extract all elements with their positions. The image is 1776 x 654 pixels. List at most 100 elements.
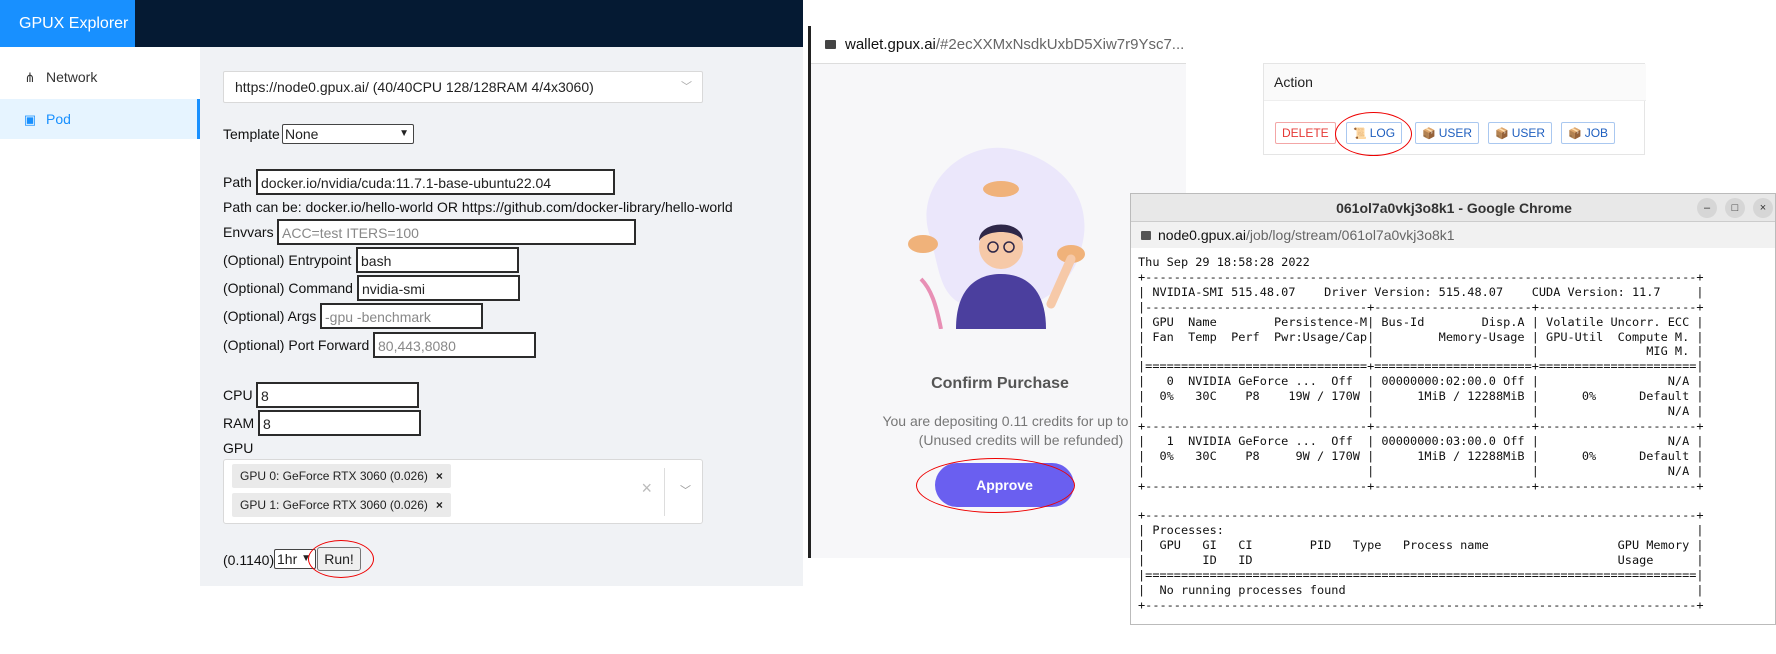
args-input[interactable]: -gpu -benchmark <box>320 303 483 329</box>
log-line: +-------------------------------+-------… <box>1138 418 1704 433</box>
remove-tag-icon[interactable]: × <box>436 498 443 512</box>
user-button[interactable]: 📦 USER <box>1415 122 1480 144</box>
chevron-down-icon[interactable]: ﹀ <box>680 482 691 498</box>
args-label: (Optional) Args <box>223 308 317 324</box>
chevron-down-icon: ▼ <box>399 128 409 139</box>
gpu-tag-label: GPU 1: GeForce RTX 3060 (0.026) <box>240 498 428 512</box>
price-text: (0.1140) <box>223 552 275 568</box>
duration-select-value: 1hr <box>277 551 298 567</box>
path-input[interactable]: docker.io/nvidia/cuda:11.7.1-base-ubuntu… <box>256 169 615 195</box>
brand-logo[interactable]: GPUX Explorer <box>0 0 135 47</box>
coin-icon <box>908 235 938 253</box>
sidebar-item-pod[interactable]: ▣ Pod <box>0 99 200 139</box>
lock-icon <box>825 40 836 49</box>
log-line: | NVIDIA-SMI 515.48.07 Driver Version: 5… <box>1138 284 1704 299</box>
log-line: Thu Sep 29 18:58:28 2022 <box>1138 255 1310 269</box>
path-hint: Path can be: docker.io/hello-world OR ht… <box>223 199 733 215</box>
highlight-circle <box>308 540 374 578</box>
ram-label: RAM <box>223 415 255 431</box>
button-label: USER <box>1511 126 1546 140</box>
envvars-label: Envvars <box>223 224 274 240</box>
highlight-circle <box>916 458 1075 513</box>
log-line: +---------------------------------------… <box>1138 269 1704 284</box>
log-line: | Fan Temp Perf Pwr:Usage/Cap| Memory-Us… <box>1138 329 1704 344</box>
window-title: 061ol7a0vkj3o8k1 - Google Chrome <box>1131 194 1775 222</box>
template-label: Template <box>223 126 280 142</box>
user-button[interactable]: 📦 USER <box>1488 122 1553 144</box>
log-line: |===============================+=======… <box>1138 359 1704 374</box>
node-select-value: https://node0.gpux.ai/ (40/40CPU 128/128… <box>235 79 594 95</box>
sidebar-item-label: Network <box>46 69 98 85</box>
action-header: Action <box>1264 64 1646 101</box>
template-select[interactable]: None ▼ <box>282 124 414 144</box>
network-icon: ⋔ <box>24 70 36 85</box>
log-line: | | | MIG M. | <box>1138 344 1704 359</box>
entrypoint-label: (Optional) Entrypoint <box>223 252 352 268</box>
gpu-tag: GPU 1: GeForce RTX 3060 (0.026) × <box>232 493 451 517</box>
log-line: | No running processes found | <box>1138 582 1704 597</box>
gpu-tag: GPU 0: GeForce RTX 3060 (0.026) × <box>232 464 451 488</box>
action-panel: Action DELETE 📜 LOG 📦 USER 📦 USER 📦 JOB <box>1263 63 1646 156</box>
sidebar-item-network[interactable]: ⋔ Network <box>0 57 200 97</box>
entrypoint-input[interactable]: bash <box>356 247 519 273</box>
chrome-log-window: 061ol7a0vkj3o8k1 - Google Chrome – □ × n… <box>1130 193 1776 625</box>
log-line: | | | N/A | <box>1138 463 1704 478</box>
button-label: USER <box>1438 126 1473 140</box>
cpu-input[interactable]: 8 <box>256 382 419 408</box>
log-line: +-------------------------------+-------… <box>1138 478 1704 493</box>
package-icon: 📦 <box>1495 128 1509 140</box>
minimize-icon[interactable]: – <box>1697 198 1717 218</box>
button-label: DELETE <box>1282 126 1329 140</box>
lock-icon <box>1141 231 1151 240</box>
port-forward-label: (Optional) Port Forward <box>223 337 370 353</box>
address-bar[interactable]: wallet.gpux.ai/#2ecXXMxNsdkUxbD5Xiw7r9Ys… <box>811 26 1186 64</box>
log-line: | GPU GI CI PID Type Process name GPU Me… <box>1138 538 1704 553</box>
command-input[interactable]: nvidia-smi <box>357 275 520 301</box>
log-line: | 0 NVIDIA GeForce ... Off | 00000000:02… <box>1138 374 1704 389</box>
command-label: (Optional) Command <box>223 280 353 296</box>
log-line: | | | N/A | <box>1138 404 1704 419</box>
maximize-icon[interactable]: □ <box>1725 198 1745 218</box>
coin-icon <box>983 181 1019 197</box>
log-line: | 1 NVIDIA GeForce ... Off | 00000000:03… <box>1138 433 1704 448</box>
ram-input[interactable]: 8 <box>258 410 421 436</box>
highlight-circle <box>1335 112 1412 156</box>
log-line: +---------------------------------------… <box>1138 597 1704 612</box>
log-line: | Processes: | <box>1138 523 1704 538</box>
chevron-down-icon: ﹀ <box>681 81 692 93</box>
envvars-input[interactable]: ACC=test ITERS=100 <box>277 219 636 245</box>
gpu-label: GPU <box>223 440 254 456</box>
gpu-multiselect[interactable]: GPU 0: GeForce RTX 3060 (0.026) × GPU 1: … <box>223 459 703 524</box>
node-select[interactable]: https://node0.gpux.ai/ (40/40CPU 128/128… <box>223 71 703 103</box>
pod-icon: ▣ <box>23 112 37 127</box>
url-path: /#2ecXXMxNsdkUxbD5Xiw7r9Ysc7... <box>935 36 1185 53</box>
port-forward-input[interactable]: 80,443,8080 <box>373 332 536 358</box>
divider <box>664 468 665 516</box>
log-line: +---------------------------------------… <box>1138 508 1704 523</box>
purchase-illustration <box>908 147 1085 329</box>
log-output: Thu Sep 29 18:58:28 2022 +---------------… <box>1138 255 1775 624</box>
cpu-label: CPU <box>223 387 253 403</box>
sidebar-item-label: Pod <box>46 111 71 127</box>
url-path: /job/log/stream/061ol7a0vkj3o8k1 <box>1245 227 1455 243</box>
remove-tag-icon[interactable]: × <box>436 469 443 483</box>
path-label: Path <box>223 174 252 190</box>
clear-icon[interactable]: × <box>641 478 652 499</box>
address-bar[interactable]: node0.gpux.ai/job/log/stream/061ol7a0vkj… <box>1131 222 1775 248</box>
close-icon[interactable]: × <box>1753 198 1773 218</box>
log-line: | 0% 30C P8 19W / 170W | 1MiB / 12288MiB… <box>1138 389 1704 404</box>
job-button[interactable]: 📦 JOB <box>1561 122 1616 144</box>
url-host: node0.gpux.ai <box>1158 227 1246 243</box>
package-icon: 📦 <box>1422 128 1436 140</box>
sidebar: ⋔ Network ▣ Pod <box>0 47 200 586</box>
template-select-value: None <box>285 126 319 142</box>
log-line: |=======================================… <box>1138 568 1704 583</box>
log-line: | GPU Name Persistence-M| Bus-Id Disp.A … <box>1138 314 1704 329</box>
button-label: JOB <box>1584 126 1609 140</box>
log-line: | 0% 30C P8 9W / 170W | 1MiB / 12288MiB … <box>1138 448 1704 463</box>
log-line: |-------------------------------+-------… <box>1138 299 1704 314</box>
delete-button[interactable]: DELETE <box>1275 122 1336 144</box>
gpux-explorer-panel: GPUX Explorer ⋔ Network ▣ Pod https://node… <box>0 0 803 586</box>
log-line: | ID ID Usage | <box>1138 553 1704 568</box>
